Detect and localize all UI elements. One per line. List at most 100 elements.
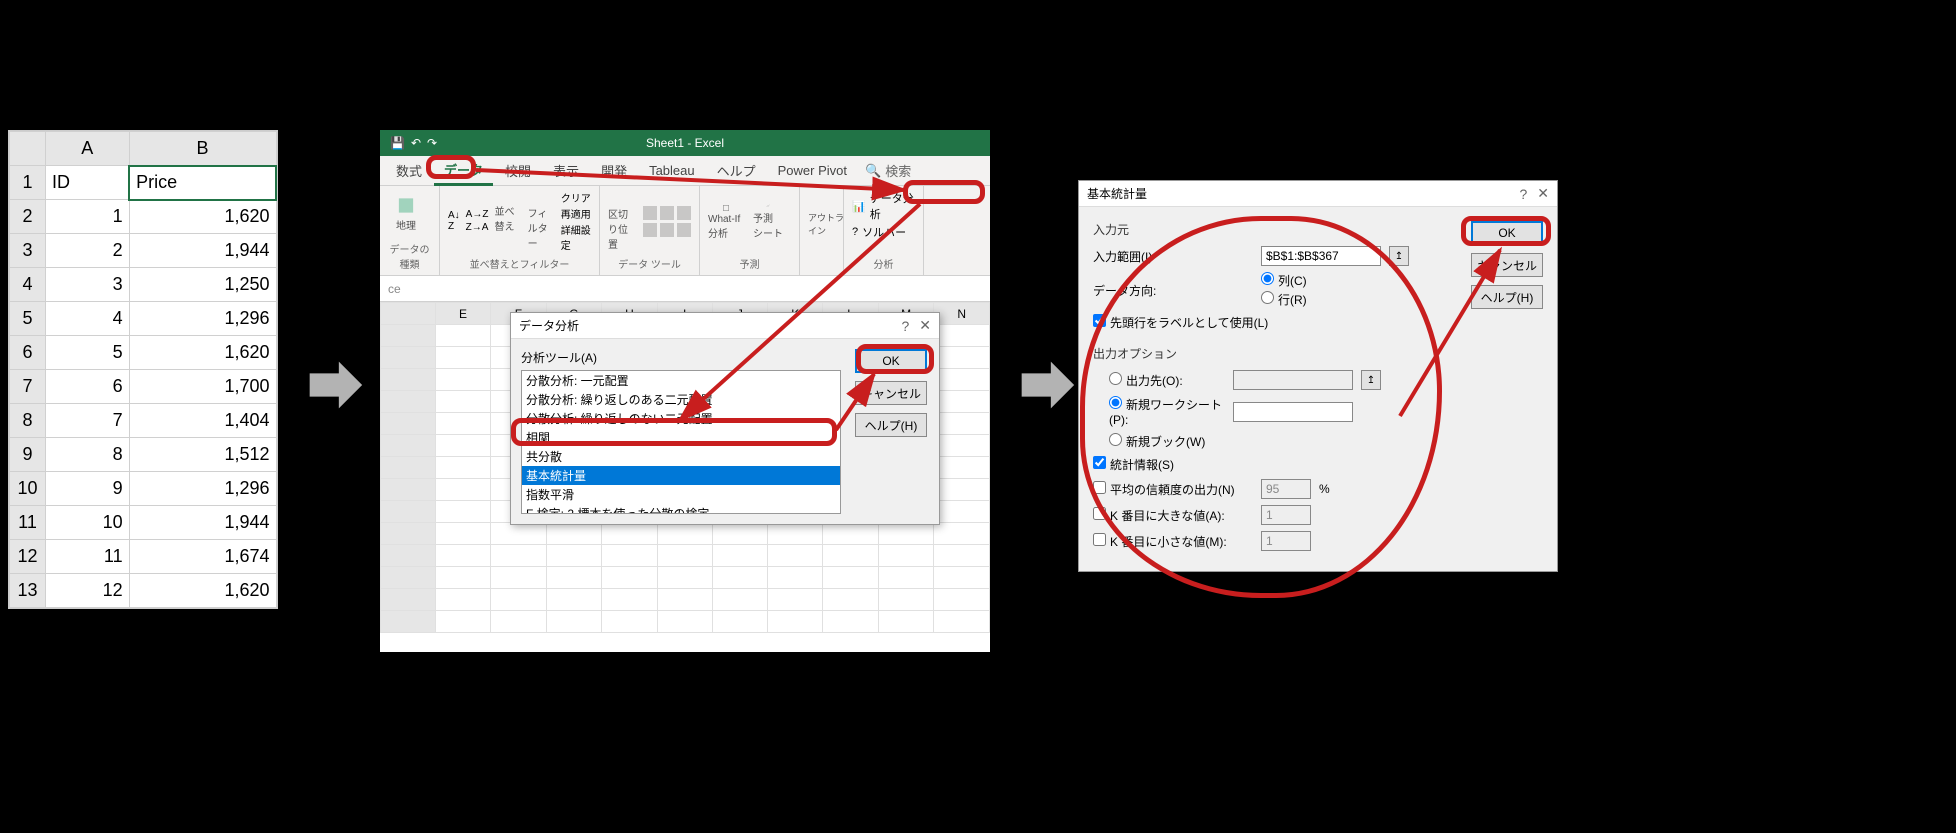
ok-button[interactable]: OK: [1471, 221, 1543, 245]
formula-bar[interactable]: ce: [380, 276, 990, 302]
autosave-icon[interactable]: 💾: [390, 136, 405, 150]
kth-largest-checkbox[interactable]: K 番目に大きな値(A):: [1093, 507, 1253, 524]
table-cell[interactable]: 1,620: [129, 200, 276, 234]
solver-button[interactable]: ?ソルバー: [852, 224, 906, 240]
table-cell[interactable]: 1,296: [129, 472, 276, 506]
help-icon[interactable]: ?: [901, 318, 909, 334]
advanced-button[interactable]: 詳細設定: [561, 222, 591, 252]
tab-review[interactable]: 校閲: [495, 157, 541, 184]
cancel-button[interactable]: キャンセル: [855, 381, 927, 405]
tab-help[interactable]: ヘルプ: [707, 157, 766, 184]
tool-icon[interactable]: [660, 223, 674, 237]
tab-data[interactable]: データ: [434, 156, 493, 186]
whatif-button[interactable]: What-If 分析: [708, 204, 744, 240]
new-worksheet-radio[interactable]: 新規ワークシート(P):: [1093, 396, 1225, 427]
table-cell[interactable]: 2: [46, 234, 130, 268]
output-range-radio[interactable]: 出力先(O):: [1093, 372, 1225, 389]
col-header-a[interactable]: A: [46, 132, 130, 166]
sort-desc-icon[interactable]: Z→A: [466, 222, 489, 233]
tool-icon[interactable]: [643, 206, 657, 220]
table-cell[interactable]: 5: [46, 336, 130, 370]
select-all-cell[interactable]: [10, 132, 46, 166]
list-item[interactable]: 相関: [522, 428, 840, 447]
col-header[interactable]: E: [435, 303, 490, 325]
table-cell[interactable]: 4: [46, 302, 130, 336]
table-cell[interactable]: 1,620: [129, 336, 276, 370]
ok-button[interactable]: OK: [855, 349, 927, 373]
forecast-sheet-button[interactable]: 予測 シート: [750, 204, 786, 240]
cell-b1[interactable]: Price: [129, 166, 276, 200]
tab-developer[interactable]: 開発: [591, 157, 637, 184]
text-to-columns-button[interactable]: 区切り位置: [608, 204, 637, 240]
tool-icon[interactable]: [660, 206, 674, 220]
row-header[interactable]: 7: [10, 370, 46, 404]
reapply-button[interactable]: 再適用: [561, 206, 591, 221]
table-cell[interactable]: 8: [46, 438, 130, 472]
row-header[interactable]: 11: [10, 506, 46, 540]
table-cell[interactable]: 1,944: [129, 234, 276, 268]
help-icon[interactable]: ?: [1519, 186, 1527, 202]
list-item[interactable]: 分散分析: 一元配置: [522, 371, 840, 390]
new-worksheet-name-field[interactable]: [1233, 402, 1353, 422]
list-item[interactable]: F 検定: 2 標本を使った分散の検定: [522, 504, 840, 514]
confidence-checkbox[interactable]: 平均の信頼度の出力(N): [1093, 481, 1253, 498]
sort-az-icon[interactable]: A↓Z: [448, 210, 460, 232]
help-button[interactable]: ヘルプ(H): [1471, 285, 1543, 309]
tab-tableau[interactable]: Tableau: [639, 159, 705, 182]
close-icon[interactable]: ✕: [919, 317, 931, 334]
row-header[interactable]: 1: [10, 166, 46, 200]
input-range-field[interactable]: [1261, 246, 1381, 266]
table-cell[interactable]: 1,250: [129, 268, 276, 302]
sort-button[interactable]: 並べ替え: [494, 203, 521, 239]
outline-button[interactable]: アウトラ イン: [808, 211, 844, 247]
undo-icon[interactable]: ↶: [411, 136, 421, 150]
row-header[interactable]: 4: [10, 268, 46, 302]
summary-stats-checkbox[interactable]: 統計情報(S): [1093, 456, 1174, 473]
search-box[interactable]: 🔍 検索: [865, 161, 911, 180]
tool-icon[interactable]: [677, 206, 691, 220]
list-item[interactable]: 分散分析: 繰り返しのない二元配置: [522, 409, 840, 428]
table-cell[interactable]: 1,296: [129, 302, 276, 336]
table-cell[interactable]: 3: [46, 268, 130, 302]
close-icon[interactable]: ✕: [1537, 185, 1549, 202]
orientation-columns-radio[interactable]: 列(C): [1261, 272, 1307, 289]
filter-button[interactable]: フィルター: [528, 203, 555, 239]
clear-filter-button[interactable]: クリア: [561, 190, 591, 205]
row-header[interactable]: 10: [10, 472, 46, 506]
cancel-button[interactable]: キャンセル: [1471, 253, 1543, 277]
new-workbook-radio[interactable]: 新規ブック(W): [1093, 433, 1225, 450]
tool-icon[interactable]: [643, 223, 657, 237]
sort-asc-icon[interactable]: A→Z: [466, 209, 489, 220]
list-item-selected[interactable]: 基本統計量: [522, 466, 840, 485]
range-selector-icon[interactable]: ↥: [1361, 370, 1381, 390]
list-item[interactable]: 共分散: [522, 447, 840, 466]
table-cell[interactable]: 1,674: [129, 540, 276, 574]
table-cell[interactable]: 1,944: [129, 506, 276, 540]
row-header[interactable]: 13: [10, 574, 46, 608]
row-header[interactable]: 3: [10, 234, 46, 268]
list-item[interactable]: 指数平滑: [522, 485, 840, 504]
table-cell[interactable]: 7: [46, 404, 130, 438]
row-header[interactable]: 6: [10, 336, 46, 370]
dialog-titlebar[interactable]: データ分析 ? ✕: [511, 313, 939, 339]
col-header-b[interactable]: B: [129, 132, 276, 166]
tool-icon[interactable]: [677, 223, 691, 237]
table-cell[interactable]: 10: [46, 506, 130, 540]
cell-a1[interactable]: ID: [46, 166, 130, 200]
tab-formulas[interactable]: 数式: [386, 157, 432, 184]
geography-button[interactable]: 地理: [388, 196, 424, 232]
tab-powerpivot[interactable]: Power Pivot: [768, 159, 857, 182]
table-cell[interactable]: 12: [46, 574, 130, 608]
redo-icon[interactable]: ↷: [427, 136, 437, 150]
row-header[interactable]: 8: [10, 404, 46, 438]
row-header[interactable]: 2: [10, 200, 46, 234]
dialog-titlebar[interactable]: 基本統計量 ? ✕: [1079, 181, 1557, 207]
col-header[interactable]: N: [934, 303, 990, 325]
table-cell[interactable]: 1,404: [129, 404, 276, 438]
row-header[interactable]: 12: [10, 540, 46, 574]
orientation-rows-radio[interactable]: 行(R): [1261, 291, 1307, 308]
help-button[interactable]: ヘルプ(H): [855, 413, 927, 437]
kth-smallest-checkbox[interactable]: K 番目に小さな値(M):: [1093, 533, 1253, 550]
row-header[interactable]: 9: [10, 438, 46, 472]
table-cell[interactable]: 1: [46, 200, 130, 234]
